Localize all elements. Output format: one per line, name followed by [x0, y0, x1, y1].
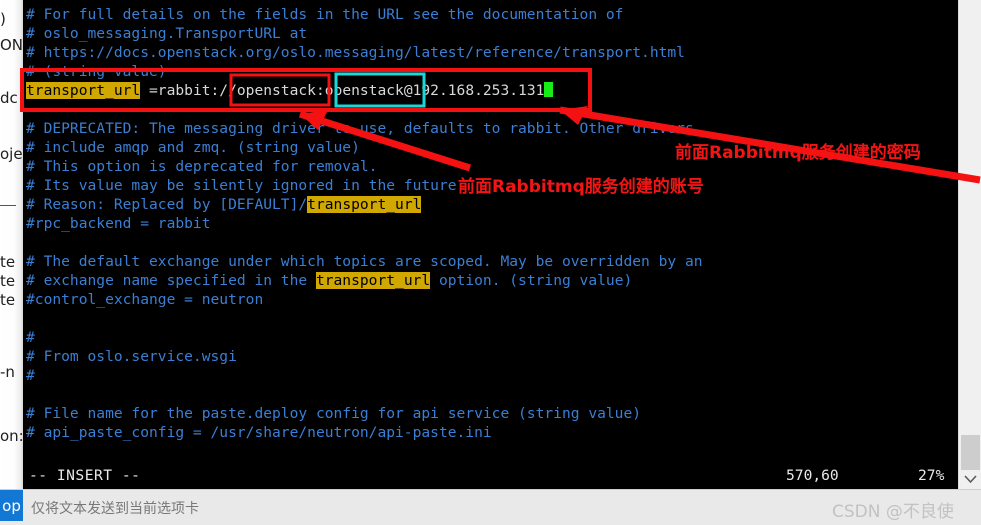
code-text: # include amqp and zmq. (string value) — [26, 139, 360, 156]
editor-line[interactable]: # include amqp and zmq. (string value) — [23, 138, 360, 157]
vim-cursor-position: 570,60 — [786, 467, 839, 484]
left-pane-text-fragment: te — [0, 291, 16, 309]
code-text: # File name for the paste.deploy config … — [26, 405, 642, 422]
editor-line[interactable]: # https://docs.openstack.org/oslo.messag… — [23, 43, 685, 62]
search-match-highlight: transport_url — [26, 82, 141, 99]
code-text: # This option is deprecated for removal. — [26, 158, 378, 175]
editor-line[interactable]: # exchange name specified in the transpo… — [23, 271, 632, 290]
left-pane-text-fragment: oje — [0, 145, 23, 163]
scrollbar-thumb[interactable] — [961, 435, 980, 470]
editor-line[interactable]: # From oslo.service.wsgi — [23, 347, 237, 366]
code-text: # oslo_messaging.TransportURL at — [26, 25, 308, 42]
editor-line[interactable]: #rpc_backend = rabbit — [23, 214, 211, 233]
code-text: # exchange name specified in the — [26, 272, 316, 289]
code-text: # For full details on the fields in the … — [26, 6, 624, 23]
password-annotation-label: 前面Rabbitmq服务创建的密码 — [675, 143, 921, 163]
search-match-highlight: transport_url — [315, 272, 431, 289]
search-match-highlight: transport_url — [307, 196, 422, 213]
code-text: #control_exchange = neutron — [26, 291, 264, 308]
left-pane-text-fragment: ) — [0, 10, 6, 28]
vim-status-line: -- INSERT -- 570,60 27% — [23, 463, 958, 489]
editor-line[interactable]: # oslo_messaging.TransportURL at — [23, 24, 307, 43]
bottom-status-bar: op 仅将文本发送到当前选项卡 CSDN @不良使 — [0, 489, 981, 525]
editor-line[interactable] — [23, 309, 26, 328]
username-annotation-label: 前面Rabbitmq服务创建的账号 — [458, 177, 704, 197]
text-cursor — [544, 82, 554, 97]
left-pane-text-fragment: ON — [0, 36, 23, 54]
code-text: # Reason: Replaced by [DEFAULT]/ — [26, 196, 308, 213]
editor-line[interactable]: # — [23, 328, 35, 347]
terminal-window[interactable]: # For full details on the fields in the … — [23, 0, 958, 489]
editor-line[interactable] — [23, 385, 26, 404]
editor-line[interactable]: # — [23, 366, 35, 385]
left-pane-text-fragment: on: — [0, 427, 23, 445]
editor-line[interactable]: #control_exchange = neutron — [23, 290, 263, 309]
send-text-hint-label: 仅将文本发送到当前选项卡 — [31, 501, 199, 517]
left-pane-text-fragment: -n — [0, 363, 15, 381]
code-text: # (string value) — [26, 63, 167, 80]
editor-line[interactable]: # Its value may be silently ignored in t… — [23, 176, 465, 195]
chevron-down-icon[interactable] — [959, 470, 981, 489]
editor-line[interactable] — [23, 100, 26, 119]
editor-line[interactable]: # This option is deprecated for removal. — [23, 157, 377, 176]
left-background-pane: ) ON dc oje te te te -n on: — [0, 0, 23, 489]
code-text: # From oslo.service.wsgi — [26, 348, 237, 365]
editor-line[interactable] — [23, 233, 26, 252]
editor-line[interactable]: # DEPRECATED: The messaging driver to us… — [23, 119, 694, 138]
left-pane-text-fragment: dc — [0, 89, 18, 107]
editor-line[interactable]: # The default exchange under which topic… — [23, 252, 703, 271]
code-text: # Its value may be silently ignored in t… — [26, 177, 466, 194]
editor-line[interactable]: transport_url =rabbit://openstack:openst… — [23, 81, 554, 100]
editor-line[interactable]: # (string value) — [23, 62, 167, 81]
editor-line[interactable]: # api_paste_config = /usr/share/neutron/… — [23, 423, 492, 442]
vim-scroll-percent: 27% — [918, 467, 945, 484]
code-text: =rabbit://openstack:openstack@192.168.25… — [140, 82, 545, 99]
code-text: #rpc_backend = rabbit — [26, 215, 211, 232]
active-session-tab[interactable]: op — [0, 490, 23, 521]
editor-line[interactable]: # File name for the paste.deploy config … — [23, 404, 641, 423]
code-text: # api_paste_config = /usr/share/neutron/… — [26, 424, 492, 441]
code-text: option. (string value) — [430, 272, 633, 289]
editor-line[interactable]: # Reason: Replaced by [DEFAULT]/transpor… — [23, 195, 422, 214]
code-text: # The default exchange under which topic… — [26, 253, 703, 270]
vertical-scrollbar[interactable] — [958, 0, 981, 489]
left-pane-text-fragment: te — [0, 272, 16, 290]
code-text: # — [26, 329, 35, 346]
editor-line[interactable]: # For full details on the fields in the … — [23, 5, 623, 24]
watermark-label: CSDN @不良使 — [832, 502, 954, 522]
code-text: # DEPRECATED: The messaging driver to us… — [26, 120, 694, 137]
code-text: # https://docs.openstack.org/oslo.messag… — [26, 44, 685, 61]
left-pane-text-fragment: te — [0, 253, 16, 271]
left-pane-divider — [0, 205, 16, 206]
vim-mode-indicator: -- INSERT -- — [29, 467, 141, 484]
code-text: # — [26, 367, 35, 384]
